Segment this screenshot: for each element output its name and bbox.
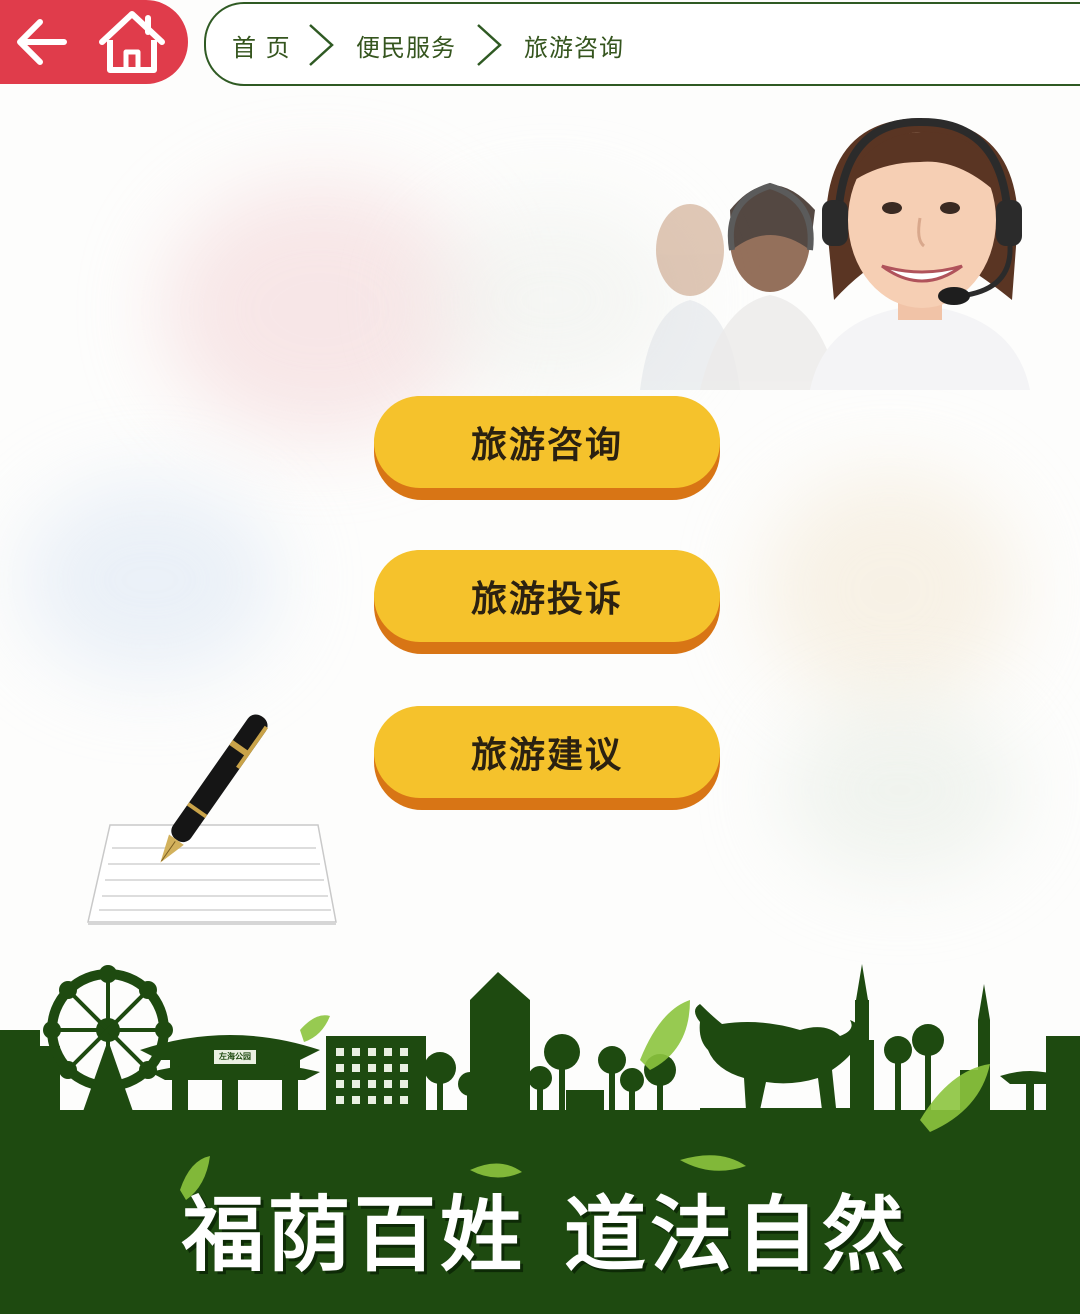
- city-skyline-footer: [0, 964, 1080, 1314]
- button-face: 旅游投诉: [374, 550, 720, 642]
- home-icon: [99, 11, 165, 73]
- home-button[interactable]: [96, 8, 168, 76]
- button-face: 旅游建议: [374, 706, 720, 798]
- back-button[interactable]: [8, 8, 80, 76]
- slogan-left: 福荫百姓: [182, 1187, 527, 1283]
- breadcrumb: 首 页 便民服务 旅游咨询: [204, 2, 1080, 86]
- background-blur: [760, 470, 1020, 710]
- breadcrumb-item-current: 旅游咨询: [524, 34, 624, 62]
- travel-consultation-button[interactable]: 旅游咨询: [374, 396, 720, 500]
- chevron-right-icon: [309, 24, 334, 66]
- button-label: 旅游建议: [470, 735, 623, 776]
- slogan-right: 道法自然: [564, 1187, 909, 1283]
- nav-controls: [0, 0, 188, 84]
- park-sign-text: 左海公园: [219, 1052, 251, 1061]
- chevron-right-icon: [477, 24, 502, 66]
- breadcrumb-item-home[interactable]: 首 页: [232, 28, 291, 63]
- button-label: 旅游投诉: [470, 579, 623, 620]
- breadcrumb-item-services[interactable]: 便民服务: [356, 28, 456, 63]
- background-blur: [20, 480, 280, 680]
- arrow-left-icon: [17, 19, 67, 65]
- background-blur: [780, 700, 1020, 880]
- customer-service-illustration: [620, 100, 1060, 390]
- button-label: 旅游咨询: [470, 425, 623, 466]
- travel-complaint-button[interactable]: 旅游投诉: [374, 550, 720, 654]
- pen-paper-illustration: [87, 714, 337, 925]
- travel-suggestion-button[interactable]: 旅游建议: [374, 706, 720, 810]
- button-face: 旅游咨询: [374, 396, 720, 488]
